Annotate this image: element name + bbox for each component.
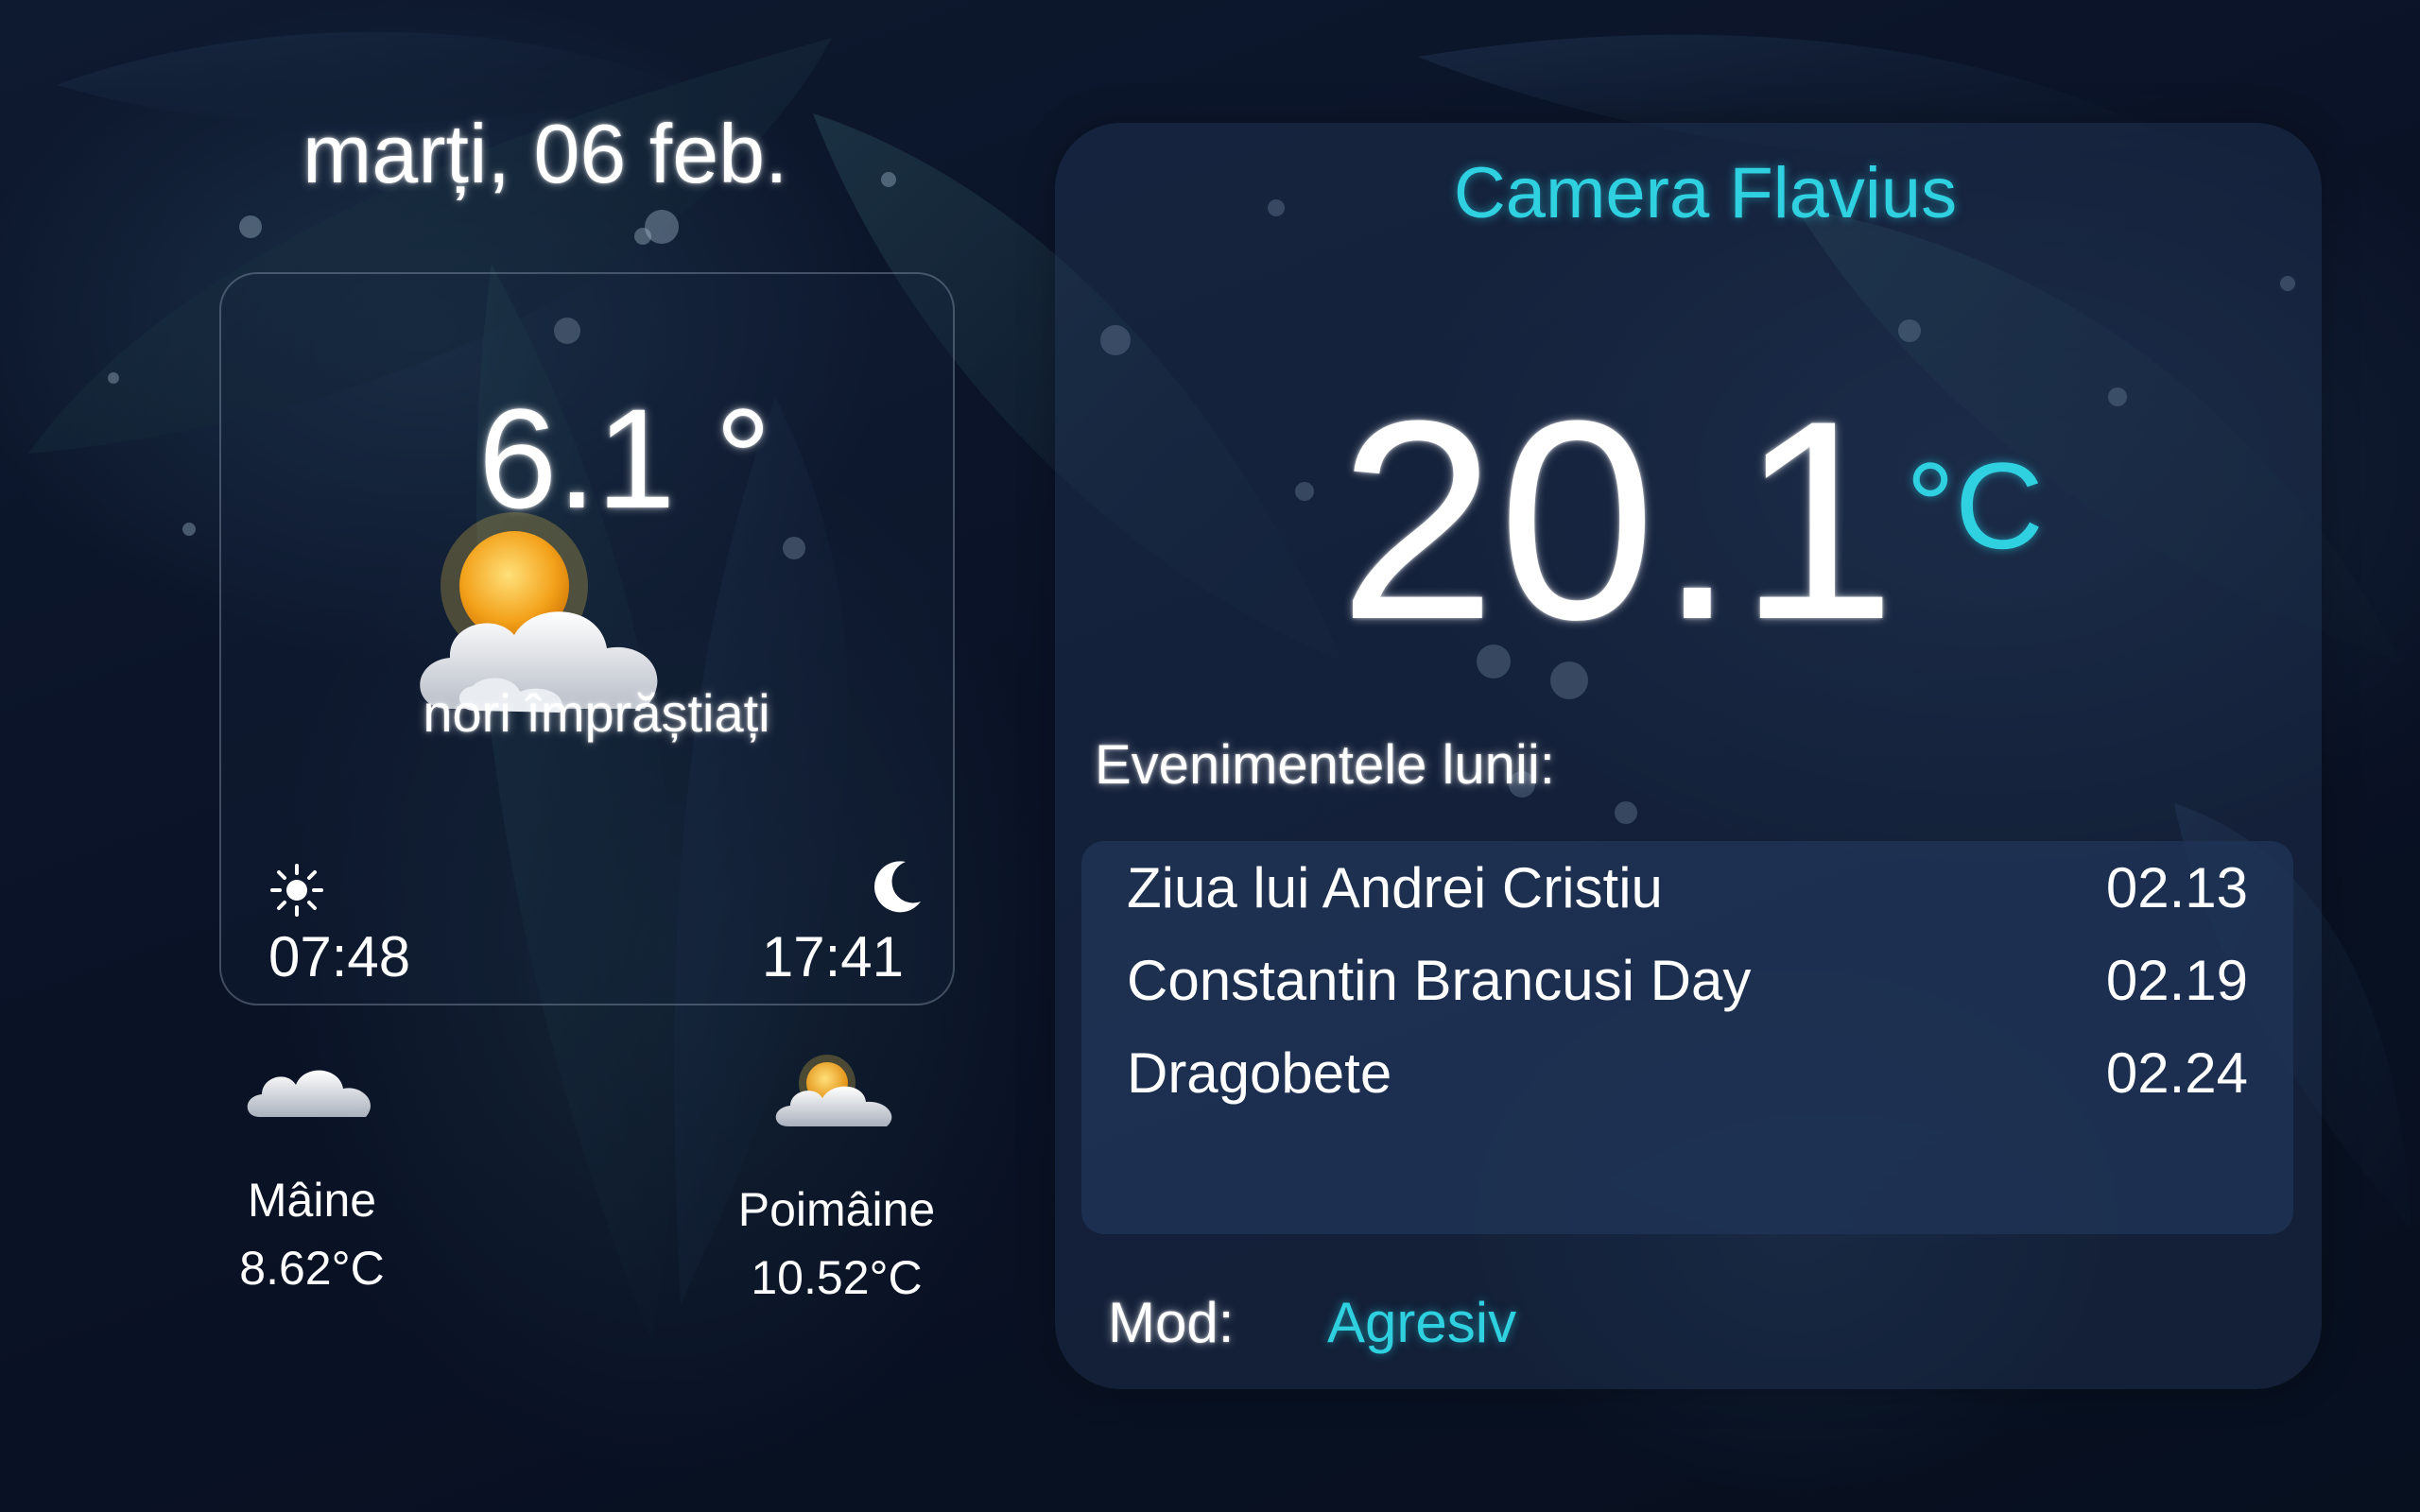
forecast-temperature: 8.62°C (239, 1242, 385, 1295)
events-heading: Evenimentele lunii: (1095, 734, 1555, 796)
event-item: Constantin Brancusi Day 02.19 (1127, 934, 2248, 1026)
event-date: 02.24 (2105, 1040, 2248, 1105)
room-name: Camera Flavius (1453, 153, 1958, 233)
partly-cloudy-icon (775, 1055, 892, 1126)
forecast-tomorrow: Mâine 8.62°C (208, 1049, 416, 1297)
event-name: Ziua lui Andrei Cristiu (1127, 855, 1663, 919)
room-panel: Camera Flavius 20.1 °C Evenimentele luni… (1055, 123, 2322, 1389)
forecast-temperature: 10.52°C (751, 1251, 923, 1304)
event-item: Ziua lui Andrei Cristiu 02.13 (1127, 841, 2248, 934)
event-item: Dragobete 02.24 (1127, 1026, 2248, 1119)
event-name: Dragobete (1127, 1040, 1392, 1105)
sunset-time: 17:41 (761, 925, 904, 988)
sunrise-time: 07:48 (268, 925, 411, 988)
room-temperature-unit: °C (1906, 437, 2044, 575)
mode-label: Mod: (1108, 1291, 1235, 1354)
events-list: Ziua lui Andrei Cristiu 02.13 Constantin… (1081, 841, 2293, 1234)
cloud-icon (247, 1070, 371, 1117)
forecast-day-label: Mâine (247, 1174, 377, 1227)
event-date: 02.19 (2105, 948, 2248, 1012)
date-title: marți, 06 feb. (302, 107, 788, 200)
weather-condition: nori împrăștiați (423, 683, 770, 743)
mode-value[interactable]: Agresiv (1327, 1285, 1516, 1361)
sun-icon (270, 864, 323, 917)
forecast-day-after: Poimâine 10.52°C (709, 1049, 964, 1306)
forecast-day-label: Poimâine (737, 1183, 936, 1236)
moon-icon (874, 861, 921, 913)
event-name: Constantin Brancusi Day (1127, 948, 1752, 1012)
room-temperature: 20.1 (1339, 361, 1898, 679)
event-date: 02.13 (2105, 855, 2248, 919)
current-weather-card: 6.1 ° nori împrăștiați 07:48 17:41 (219, 272, 955, 1005)
